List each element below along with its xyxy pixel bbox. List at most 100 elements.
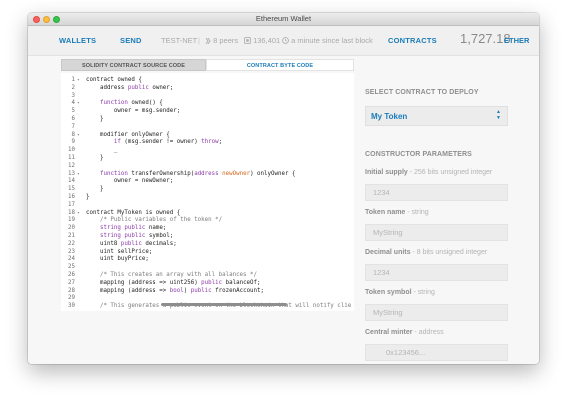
nav-contracts[interactable]: CONTRACTS: [388, 36, 437, 45]
line-number: 16: [68, 194, 75, 200]
code-line: 1 ▾ contract owned {: [61, 77, 354, 85]
title-bar: Ethereum Wallet: [28, 13, 539, 26]
line-number: 8: [71, 131, 76, 138]
code-token: contract owned {: [86, 77, 142, 83]
peers-status: 8 peers: [205, 36, 238, 45]
code-line: 22 uint8 public decimals;: [61, 241, 354, 249]
line-number: 9: [71, 139, 76, 146]
code-token: ;: [218, 139, 223, 146]
nav-send[interactable]: SEND: [120, 36, 142, 45]
param-label-token-symbol: Token symbol - string: [365, 289, 435, 296]
code-line: 12: [61, 163, 354, 171]
fold-arrow-icon[interactable]: ▾: [77, 100, 80, 108]
code-line: 10 _: [61, 147, 354, 155]
code-token: public: [190, 287, 212, 294]
line-number: 19: [68, 217, 75, 224]
nav-wallets[interactable]: WALLETS: [59, 36, 96, 45]
main-content: SOLIDITY CONTRACT SOURCE CODE CONTRACT B…: [28, 56, 539, 364]
code-token: function: [99, 170, 128, 177]
fold-arrow-icon[interactable]: ▾: [77, 210, 80, 218]
fold-arrow-icon[interactable]: ▾: [77, 77, 80, 85]
line-number: 13: [68, 170, 75, 177]
code-token: newOwner: [222, 170, 251, 177]
code-text: owner = msg.sender;: [86, 108, 180, 116]
code-token: if: [113, 139, 121, 146]
central-minter-input[interactable]: 0x123456...: [365, 344, 508, 361]
code-editor[interactable]: 1 ▾ contract owned {2 address public owner…: [61, 73, 354, 311]
line-number: 25: [68, 264, 75, 271]
param-label-token-name: Token name - string: [365, 209, 429, 216]
code-token: uint buyPrice;: [86, 256, 149, 263]
code-token: mapping (address => uint256): [86, 279, 202, 286]
token-name-input[interactable]: MyString: [365, 224, 508, 241]
selected-contract: My Token: [371, 112, 408, 121]
tab-byte-code[interactable]: CONTRACT BYTE CODE: [206, 59, 354, 71]
code-token: (msg.sender != owner): [120, 139, 202, 146]
code-token: address: [86, 84, 128, 91]
code-text: }: [86, 116, 104, 124]
code-line: 6 }: [61, 116, 354, 124]
code-token: owned() {: [127, 100, 163, 107]
param-label-central-minter: Central minter - address: [365, 329, 444, 336]
line-number: 22: [68, 240, 75, 247]
network-label: TEST-NET: [161, 36, 198, 45]
code-token: public: [201, 279, 223, 286]
code-line: 8 ▾ modifier onlyOwner {: [61, 132, 354, 140]
line-number: 20: [68, 225, 75, 232]
top-nav: WALLETS SEND TEST-NET | 8 peers 136,401 …: [28, 26, 539, 56]
code-token: /* Public variables of the token */: [86, 217, 223, 224]
block-status: 136,401: [244, 36, 280, 45]
code-text: }: [86, 186, 104, 194]
code-text: contract MyToken is owned {: [86, 210, 180, 218]
code-text: owner = newOwner;: [86, 178, 173, 186]
line-number: 6: [71, 116, 76, 122]
code-line: 23 uint sellPrice;: [61, 249, 354, 257]
code-line: 15 }: [61, 186, 354, 194]
token-symbol-input[interactable]: MyString: [365, 304, 508, 321]
deploy-sidebar: SELECT CONTRACT TO DEPLOY My Token ▲ ▼ CO…: [365, 56, 515, 364]
decimal-units-input[interactable]: 1234: [365, 264, 508, 281]
code-token: }: [86, 194, 90, 200]
code-token: ): [183, 287, 191, 294]
code-text: _: [86, 147, 118, 155]
line-number: 24: [68, 256, 75, 263]
code-token: throw: [201, 139, 219, 146]
tab-solidity-source[interactable]: SOLIDITY CONTRACT SOURCE CODE: [61, 59, 206, 71]
code-line: 9 if (msg.sender != owner) throw;: [61, 139, 354, 147]
code-line: 7: [61, 124, 354, 132]
code-text: }: [86, 155, 104, 163]
code-token: }: [86, 155, 104, 161]
fold-arrow-icon[interactable]: ▾: [77, 171, 80, 179]
code-text: if (msg.sender != owner) throw;: [86, 139, 222, 147]
code-line: 2 address public owner;: [61, 85, 354, 93]
line-number: 17: [68, 201, 75, 208]
line-number: 15: [68, 186, 75, 193]
code-token: uint sellPrice;: [86, 248, 153, 255]
window-title: Ethereum Wallet: [255, 14, 312, 23]
code-text: string public symbol;: [86, 233, 173, 241]
code-text: contract owned {: [86, 77, 142, 85]
code-line: 28 mapping (address => bool) public froz…: [61, 288, 354, 296]
line-number: 7: [71, 123, 76, 130]
fold-arrow-icon[interactable]: ▾: [77, 132, 80, 140]
initial-supply-input[interactable]: 1234: [365, 184, 508, 201]
code-token: public: [120, 240, 142, 247]
select-arrows-icon: ▲ ▼: [496, 109, 501, 121]
select-contract-heading: SELECT CONTRACT TO DEPLOY: [365, 89, 479, 96]
contract-select[interactable]: My Token ▲ ▼: [365, 106, 508, 126]
nav-separator: |: [198, 36, 200, 45]
line-number: 27: [68, 279, 75, 286]
code-line: 17: [61, 202, 354, 210]
code-text: uint sellPrice;: [86, 249, 152, 257]
code-text: mapping (address => bool) public frozenA…: [86, 288, 264, 296]
peers-icon: [205, 37, 211, 45]
horizontal-scrollbar[interactable]: [161, 303, 287, 306]
param-label-initial-supply: Initial supply - 256 bits unsigned integ…: [365, 169, 493, 176]
code-line: 19 /* Public variables of the token */: [61, 217, 354, 225]
code-line: 18 ▾ contract MyToken is owned {: [61, 210, 354, 218]
line-number: 10: [68, 147, 75, 154]
code-token: }: [86, 116, 104, 122]
